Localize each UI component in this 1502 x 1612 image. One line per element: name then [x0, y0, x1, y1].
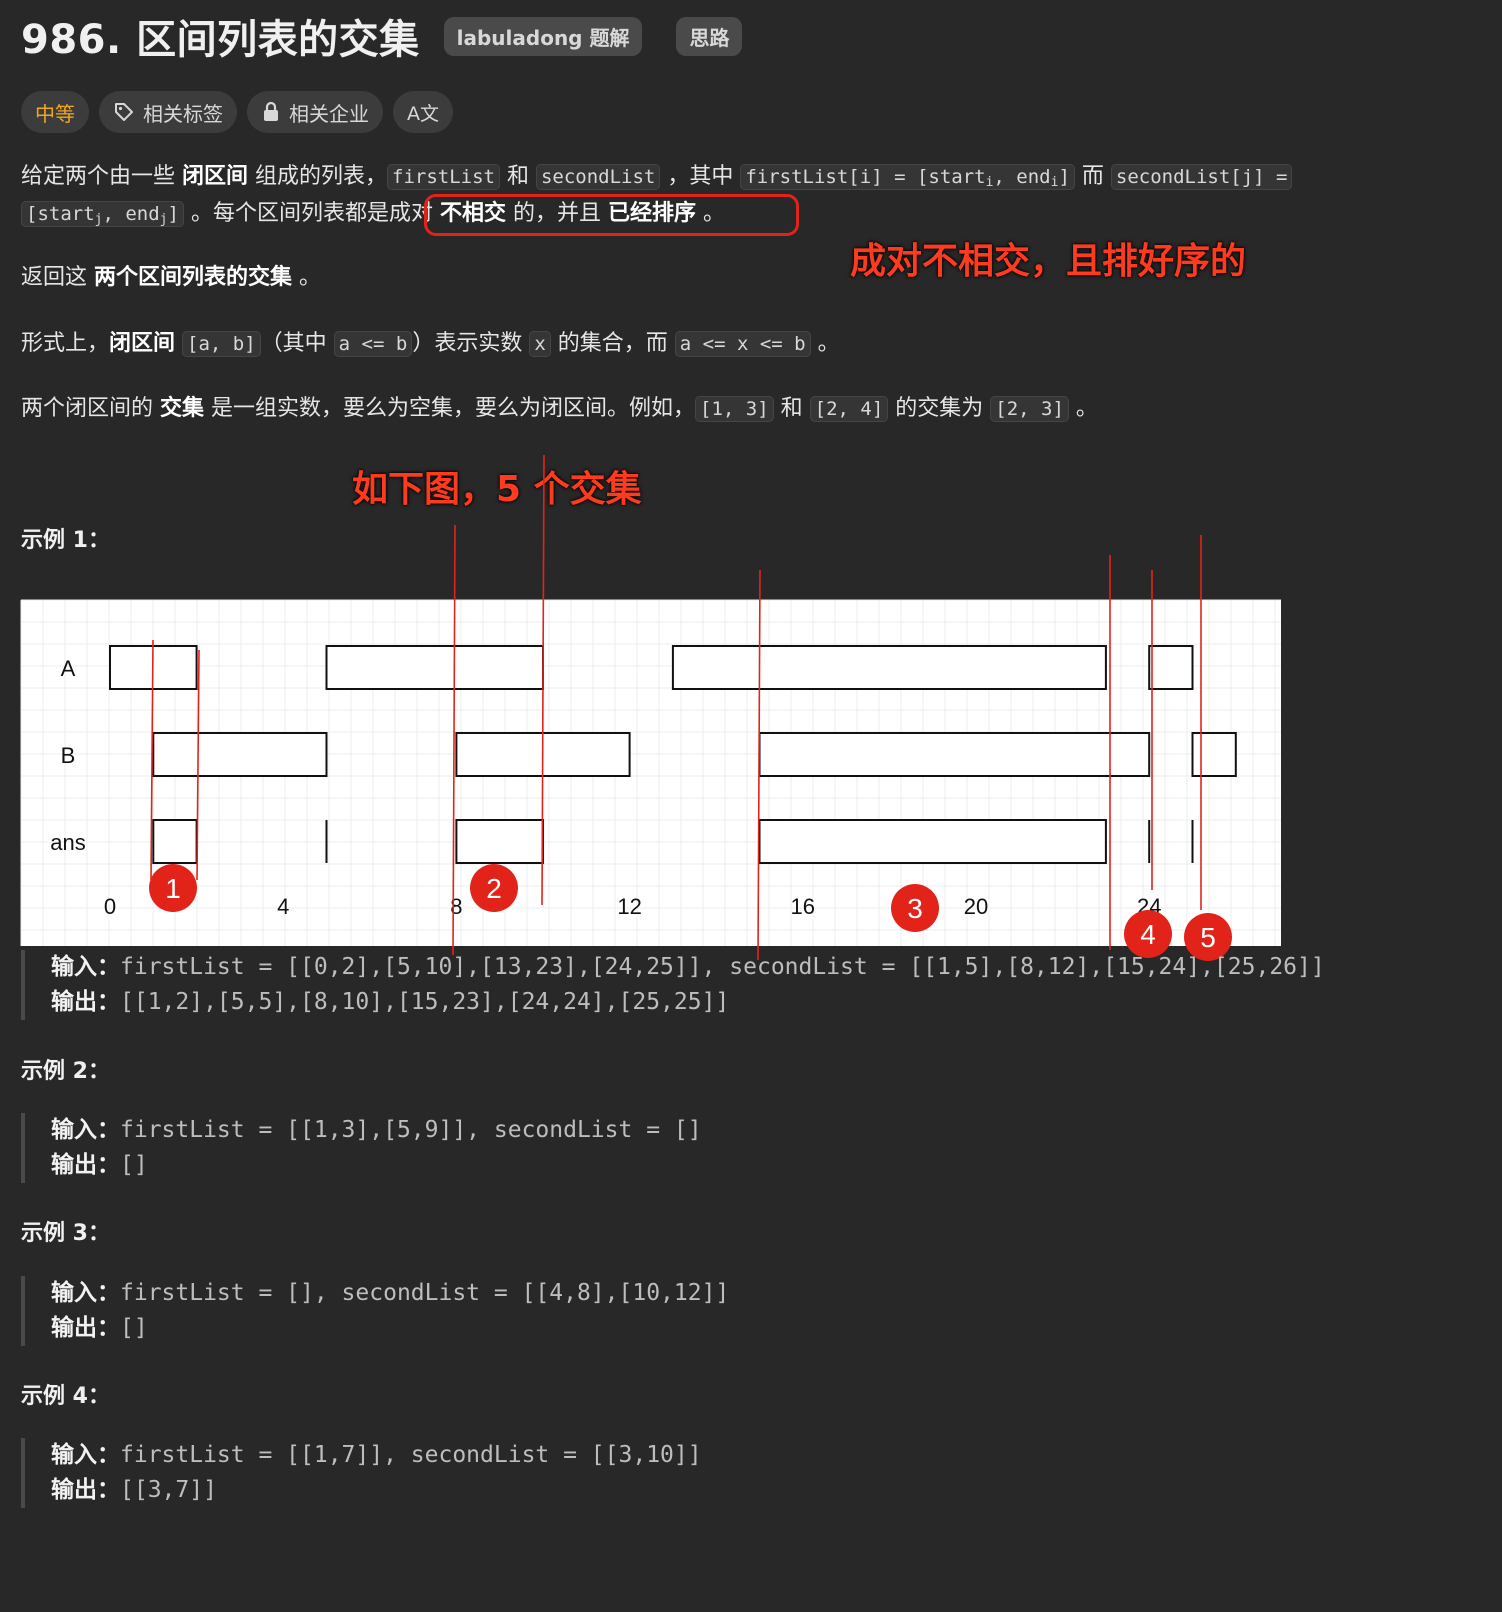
- row-label: A: [61, 656, 76, 681]
- example-2-heading: 示例 2：: [21, 1059, 110, 1084]
- output-value: [[3,7]]: [120, 1477, 217, 1503]
- row-label: B: [61, 743, 76, 768]
- input-label: 输入：: [51, 954, 120, 980]
- row-ans-interval: [455, 819, 544, 864]
- example-2-input-line: 输入：firstList = [[1,3],[5,9]], secondList…: [51, 1113, 702, 1148]
- example-1-input-line: 输入：firstList = [[0,2],[5,10],[13,23],[24…: [51, 950, 1325, 985]
- axis-tick-label: 0: [104, 894, 116, 919]
- example-4-input-line: 输入：firstList = [[1,7]], secondList = [[3…: [51, 1438, 702, 1473]
- output-value: [[1,2],[5,5],[8,10],[15,23],[24,24],[25,…: [120, 989, 730, 1015]
- example-3-output-line: 输出：[]: [51, 1311, 729, 1346]
- row-ans-interval: [152, 819, 198, 864]
- output-label: 输出：: [51, 989, 120, 1015]
- output-label: 输出：: [51, 1315, 120, 1341]
- axis-tick-label: 4: [277, 894, 289, 919]
- input-value: firstList = [[0,2],[5,10],[13,23],[24,25…: [120, 954, 1325, 980]
- marker-1-label: 1: [165, 873, 181, 904]
- output-label: 输出：: [51, 1152, 120, 1178]
- example-3-block: 输入：firstList = [], secondList = [[4,8],[…: [21, 1276, 729, 1346]
- marker-4-label: 4: [1140, 919, 1156, 950]
- marker-5-label: 5: [1200, 922, 1216, 953]
- marker-3-label: 3: [907, 893, 923, 924]
- axis-tick-label: 16: [791, 894, 815, 919]
- marker-2-label: 2: [486, 873, 502, 904]
- input-value: firstList = [[1,3],[5,9]], secondList = …: [120, 1117, 702, 1143]
- example-3-input-line: 输入：firstList = [], secondList = [[4,8],[…: [51, 1276, 729, 1311]
- input-label: 输入：: [51, 1442, 120, 1468]
- axis-tick-label: 8: [450, 894, 462, 919]
- row-label: ans: [50, 830, 85, 855]
- row-b-interval: [1191, 732, 1237, 777]
- input-label: 输入：: [51, 1280, 120, 1306]
- axis-tick-label: 20: [964, 894, 988, 919]
- row-ans-interval: [758, 819, 1107, 864]
- interval-diagram: ABans0 4 8 12 16 20 241 234 5: [20, 454, 1281, 961]
- axis-tick-label: 12: [617, 894, 641, 919]
- output-label: 输出：: [51, 1477, 120, 1503]
- example-1-block: 输入：firstList = [[0,2],[5,10],[13,23],[24…: [21, 950, 1325, 1020]
- input-value: firstList = [[1,7]], secondList = [[3,10…: [120, 1442, 702, 1468]
- row-a-interval: [1148, 645, 1194, 690]
- input-label: 输入：: [51, 1117, 120, 1143]
- input-value: firstList = [], secondList = [[4,8],[10,…: [120, 1280, 730, 1306]
- row-a-interval: [325, 645, 544, 690]
- row-b-interval: [152, 732, 328, 777]
- output-value: []: [120, 1315, 148, 1341]
- problem-page: 986. 区间列表的交集 labuladong 题解 思路 中等 相关标签 相关…: [0, 0, 1502, 1612]
- example-3-heading: 示例 3：: [21, 1221, 110, 1246]
- example-4-output-line: 输出：[[3,7]]: [51, 1473, 702, 1508]
- example-1-output-line: 输出：[[1,2],[5,5],[8,10],[15,23],[24,24],[…: [51, 985, 1325, 1020]
- row-a-interval: [671, 645, 1107, 690]
- example-4-block: 输入：firstList = [[1,7]], secondList = [[3…: [21, 1438, 702, 1508]
- output-value: []: [120, 1152, 148, 1178]
- example-4-heading: 示例 4：: [21, 1384, 110, 1409]
- row-b-interval: [758, 732, 1151, 777]
- example-2-block: 输入：firstList = [[1,3],[5,9]], secondList…: [21, 1113, 702, 1183]
- example-2-output-line: 输出：[]: [51, 1148, 702, 1183]
